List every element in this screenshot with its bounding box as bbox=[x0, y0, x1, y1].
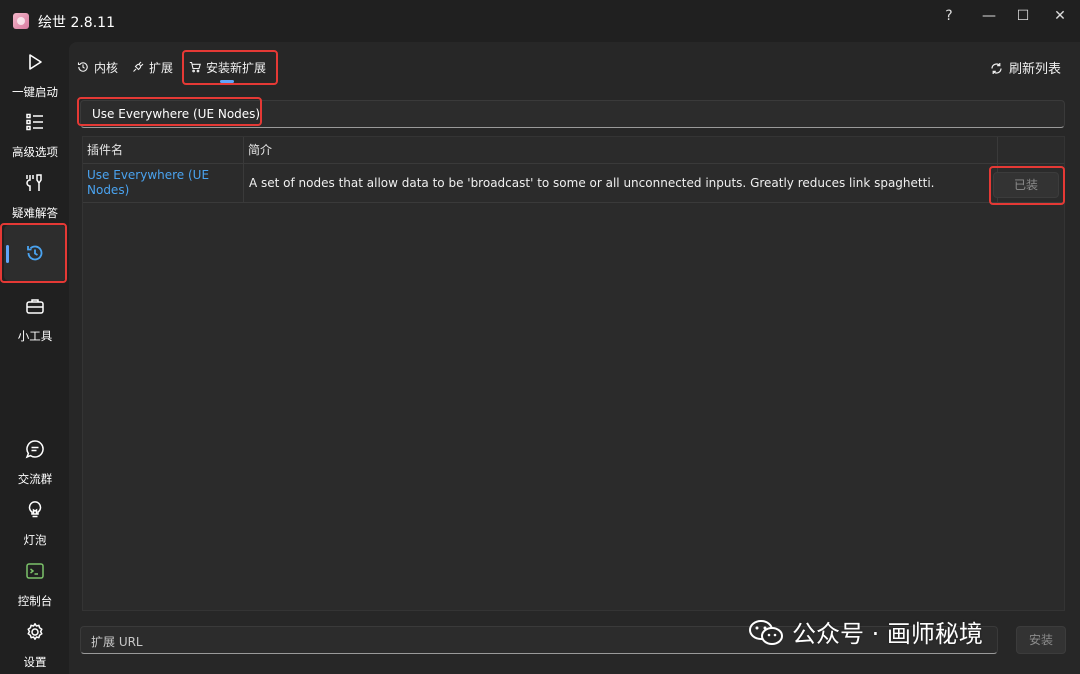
plug-icon bbox=[133, 61, 144, 72]
tab-label: 安装新扩展 bbox=[206, 61, 267, 75]
sidebar-item-label: 一键启动 bbox=[12, 85, 58, 99]
installed-button[interactable]: 已装 bbox=[993, 172, 1059, 198]
watermark: 公众号 · 画师秘境 bbox=[748, 614, 983, 648]
active-indicator bbox=[6, 245, 9, 263]
search-value: Use Everywhere (UE Nodes) bbox=[92, 107, 261, 121]
sidebar-item-troubleshoot[interactable]: 疑难解答 bbox=[4, 169, 66, 225]
minimize-button[interactable]: — bbox=[976, 5, 1002, 27]
history-icon bbox=[77, 62, 88, 72]
sidebar-item-label: 设置 bbox=[23, 655, 47, 669]
toolbox-icon bbox=[26, 299, 44, 314]
help-button[interactable]: ? bbox=[936, 5, 962, 27]
cart-icon bbox=[189, 61, 201, 73]
list-icon bbox=[26, 113, 43, 131]
tab-install-new-extension[interactable]: 安装新扩展 bbox=[189, 59, 266, 79]
refresh-label: 刷新列表 bbox=[1008, 62, 1061, 77]
column-header-name[interactable]: 插件名 bbox=[83, 137, 123, 163]
play-icon bbox=[29, 54, 42, 70]
sidebar-item-label: 小工具 bbox=[17, 329, 53, 343]
sidebar: 一键启动 高级选项 疑难解答 小工具 交流群 灯泡 控制台 设置 bbox=[0, 42, 69, 674]
console-icon bbox=[26, 563, 44, 579]
sidebar-item-advanced[interactable]: 高级选项 bbox=[4, 108, 66, 164]
main-panel: 内核 扩展 安装新扩展 刷新列表 Use Everywhere (UE Node… bbox=[69, 42, 1080, 674]
url-placeholder: 扩展 URL bbox=[91, 635, 143, 649]
extension-description: A set of nodes that allow data to be 'br… bbox=[249, 176, 935, 190]
gear-icon bbox=[27, 623, 43, 640]
sidebar-item-label: 高级选项 bbox=[12, 145, 58, 159]
tab-core[interactable]: 内核 bbox=[77, 59, 118, 79]
install-button[interactable]: 安装 bbox=[1016, 626, 1066, 654]
wrench-icon bbox=[26, 174, 42, 191]
column-header-description[interactable]: 简介 bbox=[244, 137, 272, 163]
tab-label: 内核 bbox=[94, 61, 119, 75]
refresh-icon bbox=[991, 63, 1002, 74]
sidebar-item-community[interactable]: 交流群 bbox=[4, 435, 66, 491]
watermark-text: 公众号 · 画师秘境 bbox=[792, 620, 983, 648]
sidebar-item-label: 灯泡 bbox=[23, 533, 47, 547]
lightbulb-icon bbox=[28, 501, 42, 518]
search-input[interactable]: Use Everywhere (UE Nodes) bbox=[80, 100, 1065, 128]
app-logo-icon bbox=[13, 13, 29, 29]
extension-table: 插件名 简介 Use Everywhere (UE Nodes) A set o… bbox=[82, 136, 1065, 611]
sidebar-item-settings[interactable]: 设置 bbox=[4, 618, 66, 674]
sidebar-item-label: 交流群 bbox=[17, 472, 53, 486]
wechat-icon bbox=[749, 620, 783, 645]
sidebar-item-label: 控制台 bbox=[17, 594, 53, 608]
selected-tab-indicator bbox=[220, 80, 234, 83]
sidebar-item-history[interactable] bbox=[4, 225, 66, 281]
history-icon bbox=[27, 245, 43, 261]
table-row[interactable]: Use Everywhere (UE Nodes) A set of nodes… bbox=[83, 163, 1064, 203]
chat-icon bbox=[25, 440, 44, 459]
sidebar-item-quick-launch[interactable]: 一键启动 bbox=[4, 48, 66, 104]
tab-extensions[interactable]: 扩展 bbox=[132, 59, 173, 79]
sidebar-item-lightbulb[interactable]: 灯泡 bbox=[4, 496, 66, 552]
sidebar-item-tools[interactable]: 小工具 bbox=[4, 292, 66, 348]
sidebar-item-label: 疑难解答 bbox=[12, 206, 58, 220]
maximize-button[interactable]: ☐ bbox=[1010, 5, 1036, 27]
close-button[interactable]: ✕ bbox=[1047, 5, 1073, 27]
sidebar-item-console[interactable]: 控制台 bbox=[4, 557, 66, 613]
refresh-list-button[interactable]: 刷新列表 bbox=[990, 58, 1061, 77]
extension-name-link[interactable]: Use Everywhere (UE Nodes) bbox=[87, 168, 237, 198]
title-bar: 绘世 2.8.11 ? — ☐ ✕ bbox=[0, 0, 1080, 42]
window-title: 绘世 2.8.11 bbox=[38, 15, 115, 31]
tab-label: 扩展 bbox=[149, 61, 174, 75]
